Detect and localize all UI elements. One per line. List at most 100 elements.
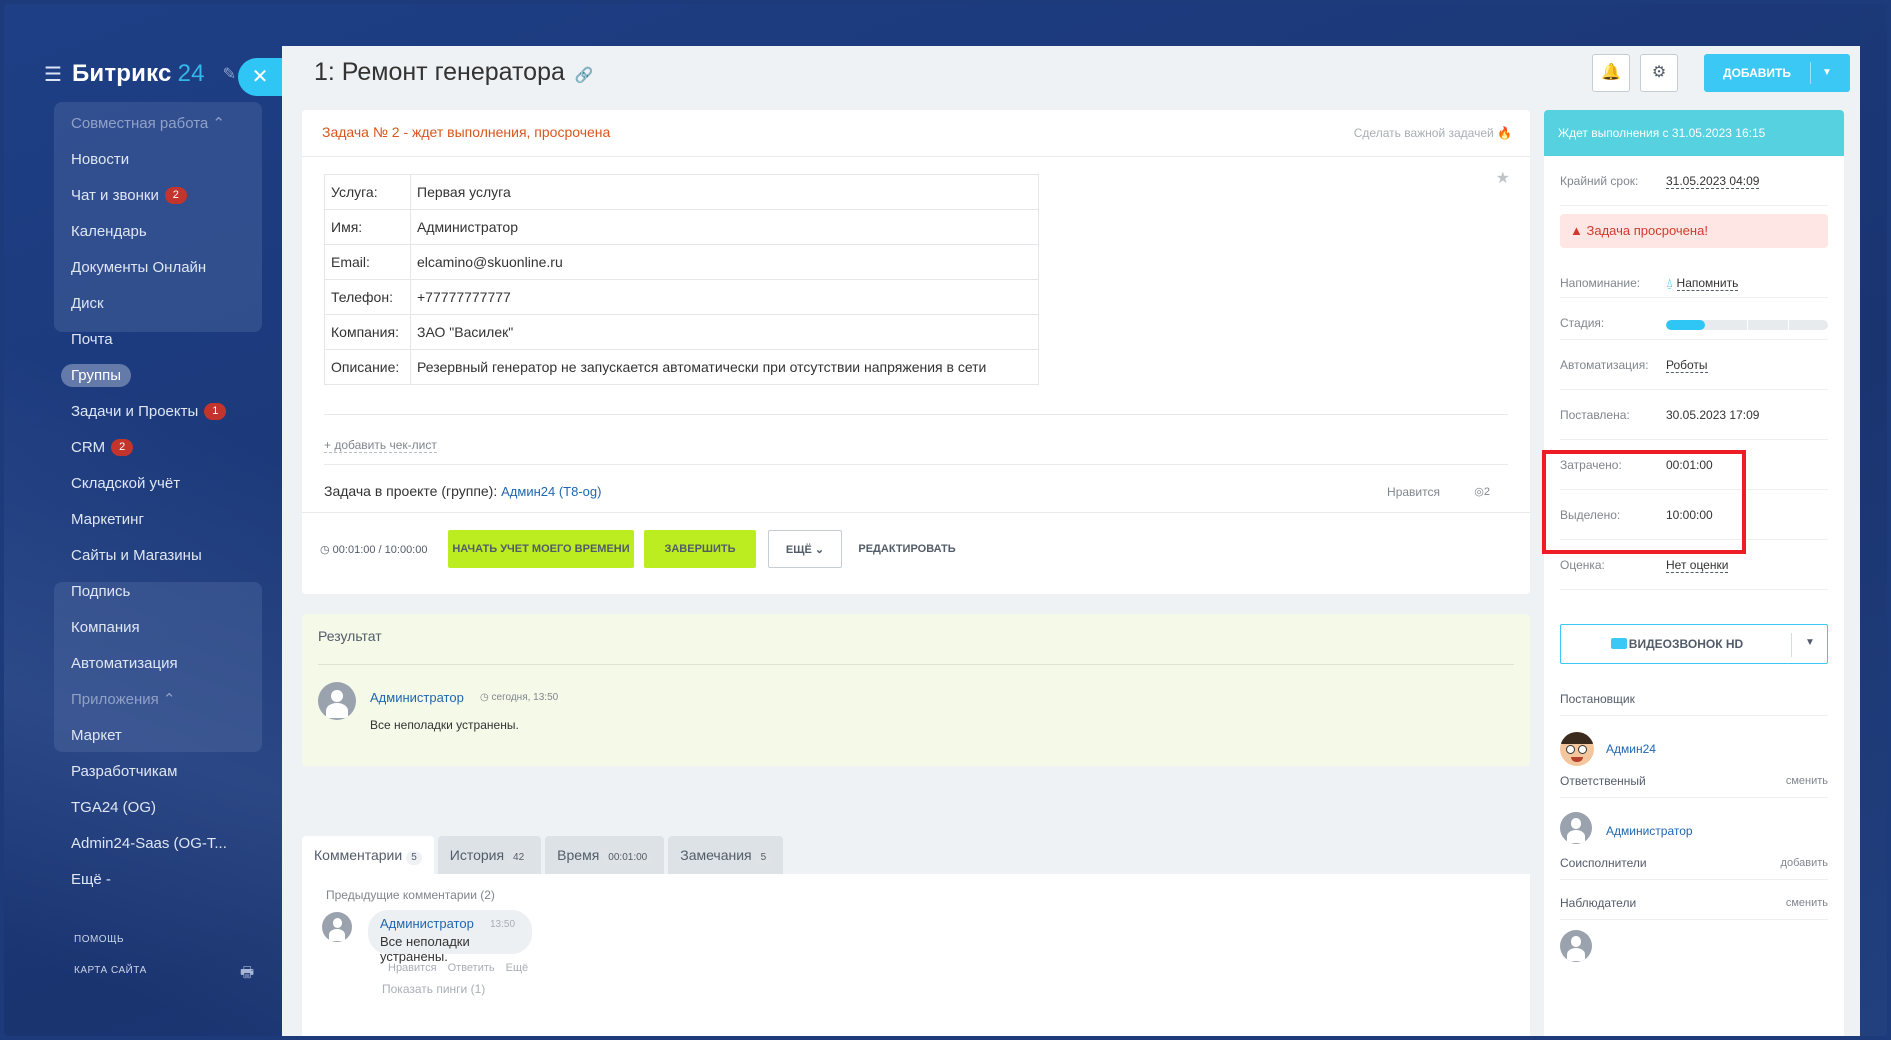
chevron-down-icon[interactable]: ▼: [1822, 54, 1832, 92]
table-row: Описание: Резервный генератор не запускае…: [324, 349, 1039, 385]
sidebar-item-company[interactable]: Компания: [4, 610, 280, 646]
tab-label: Комментарии: [314, 847, 403, 863]
edit-button[interactable]: РЕДАКТИРОВАТЬ: [852, 530, 962, 568]
add-accomplice-link[interactable]: добавить: [1781, 857, 1828, 869]
sidebar-item-mail[interactable]: Почта: [4, 322, 280, 358]
deadline-value[interactable]: 31.05.2023 04:09: [1666, 174, 1760, 189]
printer-icon[interactable]: 🖶: [240, 962, 256, 981]
sitemap-link[interactable]: КАРТА САЙТА: [74, 965, 147, 976]
sidebar-item-warehouse[interactable]: Складской учёт: [4, 466, 280, 502]
previous-comments-label: Предыдущие комментарии: [326, 888, 477, 902]
reminder-value[interactable]: ⍙ Напомнить: [1666, 276, 1739, 291]
avatar[interactable]: [1560, 930, 1592, 962]
sidebar-item-calendar[interactable]: Календарь: [4, 214, 280, 250]
sidebar-item-marketing[interactable]: Маркетинг: [4, 502, 280, 538]
sidebar-item-automation[interactable]: Автоматизация: [4, 646, 280, 682]
clock-icon: ◷: [320, 544, 330, 556]
sidebar-section-collaboration[interactable]: Совместная работа ⌃: [4, 106, 280, 142]
finish-button[interactable]: ЗАВЕРШИТЬ: [644, 530, 756, 568]
stage-divider: [1788, 320, 1789, 330]
video-call-button[interactable]: ВИДЕОЗВОНОК HD ▼: [1560, 624, 1828, 664]
avatar[interactable]: [322, 912, 352, 942]
show-pings-link[interactable]: Показать пинги (1): [382, 982, 485, 996]
responsible-name[interactable]: Администратор: [1606, 824, 1693, 838]
make-important-link[interactable]: Сделать важной задачей 🔥: [1354, 126, 1512, 140]
sidebar-item-chat[interactable]: Чат и звонки 2: [4, 178, 280, 214]
chevron-down-icon[interactable]: ▼: [1805, 637, 1815, 648]
logo[interactable]: ☰ Битрикс 24 ✎: [44, 60, 236, 88]
notifications-button[interactable]: 🔔: [1592, 54, 1630, 92]
field-label: Телефон:: [324, 279, 411, 315]
link-icon[interactable]: 🔗: [575, 67, 594, 84]
sidebar-item-sign[interactable]: Подпись: [4, 574, 280, 610]
time-tracker: ◷ 00:01:00 / 10:00:00: [320, 543, 427, 556]
star-icon[interactable]: ★: [1496, 168, 1510, 188]
add-checklist-link[interactable]: + добавить чек-лист: [324, 438, 437, 453]
table-row: Компания: ЗАО "Василек": [324, 314, 1039, 350]
stage-label: Стадия:: [1560, 316, 1605, 330]
previous-comments-count: (2): [480, 888, 495, 902]
comment-text: Все неполадки устранены.: [380, 934, 470, 964]
add-button[interactable]: ДОБАВИТЬ ▼: [1704, 54, 1850, 92]
comment-author[interactable]: Администратор: [380, 916, 474, 931]
sidebar-item-groups[interactable]: Группы: [4, 358, 280, 394]
sidebar-section-apps[interactable]: Приложения ⌃: [4, 682, 280, 718]
page-title: 1: Ремонт генератора 🔗: [314, 58, 594, 87]
sidebar-menu: Совместная работа ⌃ Новости Чат и звонки…: [4, 106, 280, 898]
field-value: Резервный генератор не запускается автом…: [410, 349, 1039, 385]
status-header: Ждет выполнения с 31.05.2023 16:15: [1544, 110, 1844, 156]
rating-label: Оценка:: [1560, 558, 1605, 572]
start-time-tracking-button[interactable]: НАЧАТЬ УЧЕТ МОЕГО ВРЕМЕНИ: [448, 530, 634, 568]
more-button[interactable]: ЕЩЁ ⌄: [768, 530, 842, 568]
sidebar-item-tga24[interactable]: TGA24 (OG): [4, 790, 280, 826]
sidebar-item-news[interactable]: Новости: [4, 142, 280, 178]
stage-progress[interactable]: [1666, 320, 1828, 330]
settings-button[interactable]: ⚙: [1640, 54, 1678, 92]
edit-pencil-icon[interactable]: ✎: [223, 64, 236, 84]
sidebar-item-admin24[interactable]: Admin24-Saas (OG-T...: [4, 826, 280, 862]
close-slider-button[interactable]: ✕: [238, 58, 282, 96]
logo-number: 24: [177, 60, 205, 87]
sidebar-item-sites[interactable]: Сайты и Магазины: [4, 538, 280, 574]
sidebar-item-market[interactable]: Маркет: [4, 718, 280, 754]
task-sidebar: Ждет выполнения с 31.05.2023 16:15 Крайн…: [1544, 110, 1844, 1036]
creator-name[interactable]: Админ24: [1606, 742, 1656, 756]
stage-row: Стадия:: [1560, 298, 1828, 340]
automation-link[interactable]: Роботы: [1666, 358, 1708, 373]
like-link[interactable]: Нравится: [1387, 485, 1440, 499]
tab-time[interactable]: Время 00:01:00: [545, 836, 665, 874]
observers-header: Наблюдатели сменить: [1560, 896, 1828, 920]
field-label: Имя:: [324, 209, 411, 245]
sidebar-item-developers[interactable]: Разработчикам: [4, 754, 280, 790]
sidebar-item-more[interactable]: Ещё -: [4, 862, 280, 898]
avatar-hair: [1560, 732, 1594, 744]
creator-avatar[interactable]: [1560, 732, 1594, 766]
tab-comments[interactable]: Комментарии 5: [302, 836, 434, 874]
make-important-label: Сделать важной задачей: [1353, 126, 1494, 140]
help-link[interactable]: ПОМОЩЬ: [74, 934, 124, 945]
tab-history[interactable]: История 42: [437, 836, 542, 874]
result-author[interactable]: Администратор: [370, 690, 464, 705]
change-observers-link[interactable]: сменить: [1786, 897, 1828, 909]
sidebar-item-tasks[interactable]: Задачи и Проекты 1: [4, 394, 280, 430]
change-responsible-link[interactable]: сменить: [1786, 775, 1828, 787]
sidebar-item-documents[interactable]: Документы Онлайн: [4, 250, 280, 286]
task-card: Задача № 2 - ждет выполнения, просрочена…: [302, 110, 1530, 594]
avatar[interactable]: [318, 682, 356, 720]
comment-actions[interactable]: Нравится Ответить Ещё: [388, 962, 528, 974]
bell-icon: 🔔: [1601, 64, 1621, 81]
sidebar-item-crm[interactable]: CRM 2: [4, 430, 280, 466]
close-icon: ✕: [251, 66, 269, 88]
accomplices-title: Соисполнители: [1560, 856, 1647, 870]
menu-icon[interactable]: ☰: [44, 62, 62, 87]
observers-title: Наблюдатели: [1560, 896, 1637, 910]
divider: [1791, 633, 1792, 657]
sidebar-item-disk[interactable]: Диск: [4, 286, 280, 322]
project-link[interactable]: Админ24 (Т8-og): [501, 484, 601, 499]
creator-title: Постановщик: [1560, 692, 1635, 706]
rating-value[interactable]: Нет оценки: [1666, 558, 1729, 573]
avatar[interactable]: [1560, 812, 1592, 844]
tab-remarks[interactable]: Замечания 5: [668, 836, 784, 874]
warning-icon: ▲: [1570, 223, 1583, 238]
previous-comments-link[interactable]: Предыдущие комментарии (2): [326, 888, 495, 902]
